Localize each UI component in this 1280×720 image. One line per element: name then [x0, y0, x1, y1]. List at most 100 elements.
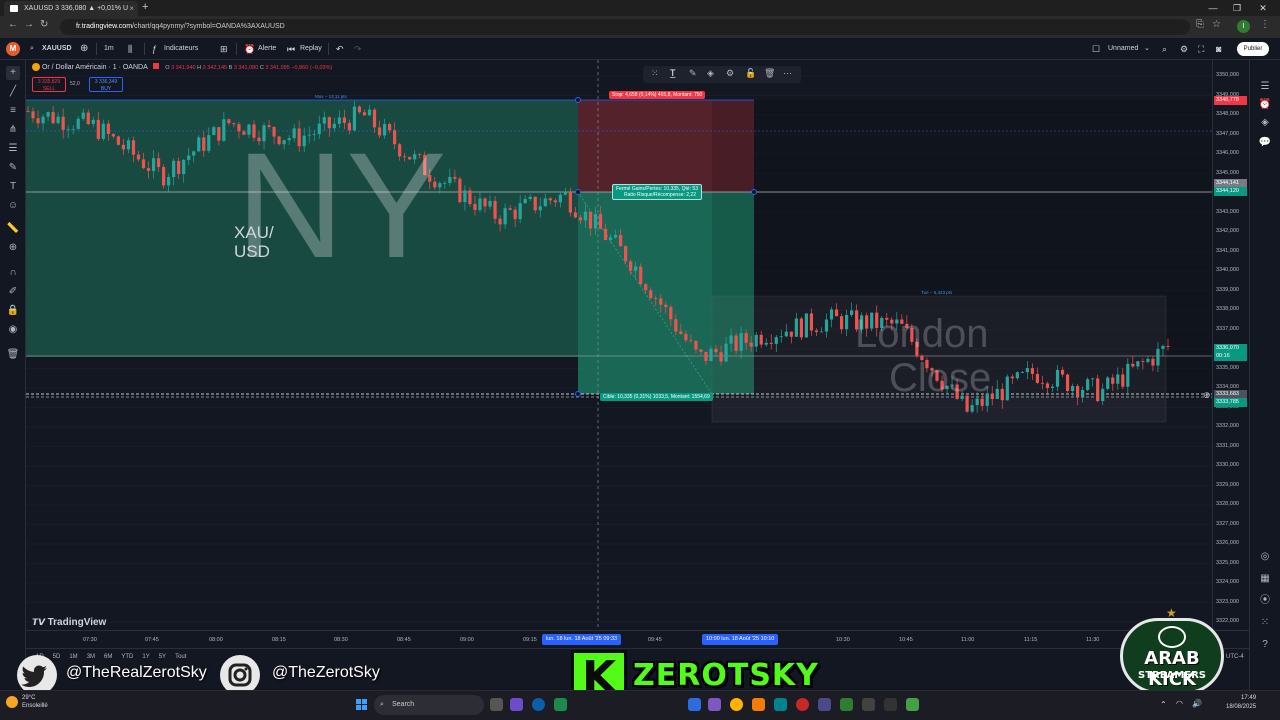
minimize-button[interactable]: — — [1202, 0, 1224, 16]
app-icon-teal[interactable] — [774, 698, 787, 711]
layers-icon[interactable]: ◈ — [1258, 116, 1272, 130]
templates-icon[interactable]: ⊞ — [220, 38, 228, 60]
alerts-clock-icon[interactable]: ⏰ — [1258, 98, 1272, 112]
app-icon-purple[interactable] — [818, 698, 831, 711]
trend-line-icon[interactable]: ╱ — [6, 85, 20, 99]
price-scale[interactable]: 3350,000 3349,000 3348,000 3347,000 3346,000… — [1212, 60, 1249, 630]
copilot-icon[interactable] — [510, 698, 523, 711]
clock[interactable]: 17:49 18/08/2025 — [1226, 694, 1256, 712]
edge-icon[interactable] — [532, 698, 545, 711]
new-tab-button[interactable]: + — [142, 0, 148, 15]
vscode-icon[interactable] — [688, 698, 701, 711]
eye-icon[interactable]: ◉ — [6, 323, 20, 337]
add-symbol-icon[interactable]: ⊕ — [80, 38, 88, 60]
lock-icon[interactable]: 🔓 — [745, 68, 756, 79]
discord-icon[interactable] — [708, 698, 721, 711]
profile-avatar[interactable]: I — [1237, 20, 1250, 33]
weather-widget[interactable]: 29°C Ensoleillé — [22, 694, 48, 710]
layout-name[interactable]: Unnamed — [1108, 38, 1138, 60]
wifi-icon[interactable]: ◠ — [1176, 699, 1183, 708]
lock-icon[interactable]: 🔒 — [6, 304, 20, 318]
bookmark-star-icon[interactable]: ☆ — [1212, 19, 1221, 30]
camera-icon[interactable]: ◙ — [1216, 38, 1221, 60]
app-icon-orange[interactable] — [752, 698, 765, 711]
range-button[interactable]: 3M — [87, 654, 95, 660]
range-button[interactable]: 1M — [69, 654, 77, 660]
redo-icon[interactable]: ↷ — [354, 38, 362, 60]
target-icon[interactable]: ◎ — [1258, 550, 1272, 564]
ruler-icon[interactable]: 📏 — [6, 222, 20, 236]
publish-button[interactable]: Publier — [1237, 42, 1269, 56]
interval-selector[interactable]: 1m — [104, 38, 114, 60]
alert-button[interactable]: Alerte — [258, 38, 276, 60]
fill-color-icon[interactable]: ✎ — [689, 68, 697, 79]
settings-gear-icon[interactable]: ⚙ — [726, 68, 734, 79]
trash-icon[interactable]: 🗑 — [6, 348, 20, 362]
translate-icon[interactable]: ⎘ — [1196, 19, 1204, 30]
fullscreen-icon[interactable]: ⛶ — [1198, 38, 1204, 60]
range-button[interactable]: 1Y — [142, 654, 149, 660]
template-grid-icon[interactable]: ⁙ — [651, 68, 659, 79]
windows-start-icon[interactable] — [356, 699, 368, 711]
taskbar-search[interactable]: ⌕ Search — [374, 695, 484, 715]
close-window-button[interactable]: ✕ — [1252, 0, 1274, 16]
range-button[interactable]: 5Y — [159, 654, 166, 660]
settings-gear-icon[interactable] — [862, 698, 875, 711]
user-avatar[interactable]: M — [6, 42, 20, 56]
apps-icon[interactable]: ⁙ — [1258, 616, 1272, 630]
settings-gear-icon[interactable]: ⚙ — [1180, 38, 1188, 60]
indicators-button[interactable]: Indicateurs — [164, 38, 198, 60]
app-icon-red[interactable] — [796, 698, 809, 711]
text-tool-icon[interactable]: T — [6, 180, 20, 194]
help-icon[interactable]: ? — [1258, 638, 1272, 652]
tab-close-icon[interactable]: × — [129, 1, 134, 16]
buy-button[interactable]: 3 336,349 BUY — [89, 77, 123, 92]
range-button[interactable]: 6M — [104, 654, 112, 660]
fib-icon[interactable]: ☰ — [6, 142, 20, 156]
chart-canvas[interactable] — [26, 60, 1212, 630]
calendar-icon[interactable]: ▦ — [1258, 572, 1272, 586]
crosshair-icon[interactable]: + — [6, 66, 20, 80]
chrome-icon[interactable] — [730, 698, 743, 711]
brush-icon[interactable]: ✎ — [6, 161, 20, 175]
reload-icon[interactable]: ↻ — [40, 19, 48, 30]
app-icon-dark[interactable] — [884, 698, 897, 711]
text-color-icon[interactable]: T̲ — [670, 68, 676, 78]
task-view-icon[interactable] — [490, 698, 503, 711]
app-icon-terminal[interactable] — [554, 698, 567, 711]
chevron-down-icon[interactable]: ⌄ — [1144, 38, 1150, 60]
app-icon-green[interactable] — [840, 698, 853, 711]
layout-checkbox-icon[interactable]: ☐ — [1092, 38, 1100, 60]
range-button[interactable]: Tout — [175, 654, 186, 660]
app-icon-lime[interactable] — [906, 698, 919, 711]
lock-pen-icon[interactable]: ✐ — [6, 285, 20, 299]
zoom-in-icon[interactable]: ⊕ — [6, 241, 20, 255]
trash-icon[interactable]: 🗑 — [764, 68, 775, 79]
tray-chevron-icon[interactable]: ⌃ — [1160, 700, 1167, 709]
timezone-label[interactable]: UTC-4 — [1226, 654, 1244, 660]
browser-tab[interactable]: XAUUSD 3 336,080 ▲ +0,01% U × — [4, 1, 138, 16]
search-icon[interactable]: ⌕ — [30, 38, 34, 60]
line-color-icon[interactable]: ◈ — [707, 68, 714, 79]
replay-button[interactable]: Replay — [300, 38, 322, 60]
symbol-search[interactable]: XAUUSD — [42, 38, 72, 60]
magnet-icon[interactable]: ∩ — [6, 266, 20, 280]
legend-title[interactable]: Or / Dollar Américain · 1 · OANDA — [42, 64, 147, 71]
crosshair-plus-icon[interactable]: ⊕ — [1203, 390, 1211, 401]
more-options-icon[interactable]: ⋯ — [783, 68, 792, 79]
volume-icon[interactable]: 🔊 — [1192, 699, 1202, 708]
back-arrow-icon[interactable]: ← — [8, 19, 18, 30]
horizontal-lines-icon[interactable]: ≡ — [6, 104, 20, 118]
range-button[interactable]: YTD — [121, 654, 133, 660]
undo-icon[interactable]: ↶ — [336, 38, 344, 60]
time-axis[interactable]: 07:30 07:45 08:00 08:15 08:30 08:45 09:00 09:15… — [26, 630, 1249, 648]
maximize-button[interactable]: ❐ — [1226, 0, 1248, 16]
browser-menu-icon[interactable]: ⋮ — [1260, 19, 1270, 30]
watchlist-icon[interactable]: ☰ — [1258, 80, 1272, 94]
chart-type-icon[interactable]: ⫼ — [128, 38, 132, 60]
signal-icon[interactable]: ⦿ — [1258, 594, 1272, 608]
pitchfork-icon[interactable]: ⋔ — [6, 123, 20, 137]
forward-arrow-icon[interactable]: → — [24, 19, 34, 30]
emoji-icon[interactable]: ☺ — [6, 199, 20, 213]
url-field[interactable]: fr.tradingview.com/chart/qq4pynmy/?symbo… — [60, 19, 1190, 35]
